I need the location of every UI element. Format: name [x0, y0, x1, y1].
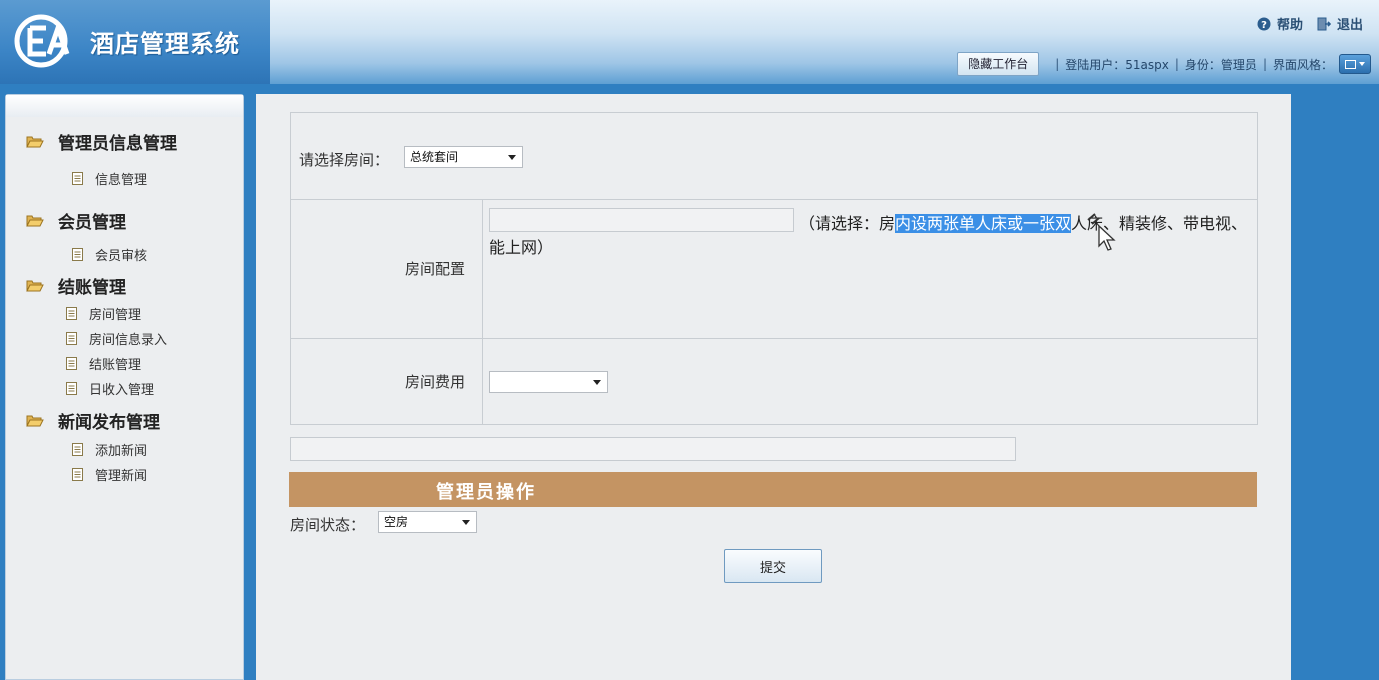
room-form: 请选择房间： 总统套间 房间配置 （请选择：房内设两张单人床或一张双人床、精装修… — [290, 112, 1258, 425]
room-fee-label: 房间费用 — [405, 373, 466, 391]
login-user-text: 登陆用户：51aspx — [1065, 57, 1169, 72]
admin-section-title: 管理员操作 — [436, 482, 536, 503]
ea-logo-icon — [14, 14, 70, 68]
room-select[interactable]: 总统套间 — [404, 146, 523, 168]
extra-input[interactable] — [290, 437, 1016, 461]
chevron-down-icon — [593, 380, 601, 385]
document-icon — [72, 248, 83, 261]
selected-text: 内设两张单人床或一张双 — [895, 214, 1072, 233]
sidebar-item-room-management[interactable]: 房间管理 — [66, 304, 141, 323]
folder-open-icon — [26, 280, 44, 292]
chevron-down-icon — [508, 155, 516, 160]
sidebar-item-manage-news[interactable]: 管理新闻 — [72, 465, 147, 484]
chevron-down-icon — [1359, 62, 1365, 66]
document-icon — [72, 468, 83, 481]
sidebar-group-label: 管理员信息管理 — [58, 134, 177, 154]
row-room-fee: 房间费用 — [291, 339, 1257, 425]
hide-workbench-button[interactable]: 隐藏工作台 — [957, 52, 1040, 76]
sidebar-item-room-info-entry[interactable]: 房间信息录入 — [66, 329, 167, 348]
sidebar-group-label: 结账管理 — [58, 278, 126, 298]
admin-section-header: 管理员操作 — [289, 472, 1257, 507]
sidebar-group-label: 会员管理 — [58, 213, 126, 233]
identity-text: 身份：管理员 — [1184, 57, 1257, 72]
folder-open-icon — [26, 215, 44, 227]
document-icon — [66, 382, 77, 395]
header: 酒店管理系统 ? 帮助 退出 隐藏工作台 | 登陆用户：51aspx | 身份：… — [0, 0, 1379, 84]
help-link[interactable]: 帮助 — [1277, 14, 1303, 33]
sidebar-group-news[interactable]: 新闻发布管理 — [26, 408, 160, 433]
sidebar-group-checkout[interactable]: 结账管理 — [26, 273, 126, 298]
row-select-room: 请选择房间： 总统套间 — [291, 113, 1257, 200]
sidebar-item-checkout-management[interactable]: 结账管理 — [66, 354, 141, 373]
sidebar-item-info-management[interactable]: 信息管理 — [72, 169, 147, 188]
sidebar-group-admin-info[interactable]: 管理员信息管理 — [26, 129, 177, 154]
document-icon — [66, 307, 77, 320]
room-config-hint: （请选择：房内设两张单人床或一张双人床、精装修、带电视、能上网） — [489, 214, 1248, 257]
sidebar-item-daily-income[interactable]: 日收入管理 — [66, 379, 154, 398]
sidebar: 管理员信息管理 信息管理 会员管理 会员审核 结账管理 房间管理 房间信息录入 … — [5, 94, 244, 680]
chevron-down-icon — [462, 520, 470, 525]
sidebar-group-label: 新闻发布管理 — [58, 413, 160, 433]
sidebar-item-add-news[interactable]: 添加新闻 — [72, 440, 147, 459]
user-bar: 隐藏工作台 | 登陆用户：51aspx | 身份：管理员 | 界面风格： — [957, 52, 1371, 76]
room-status-label: 房间状态： — [290, 516, 366, 534]
document-icon — [72, 172, 83, 185]
logo-panel: 酒店管理系统 — [0, 0, 270, 84]
help-icon[interactable]: ? — [1257, 17, 1271, 31]
document-icon — [72, 443, 83, 456]
room-fee-select[interactable] — [489, 371, 608, 393]
sidebar-group-member[interactable]: 会员管理 — [26, 208, 126, 233]
folder-open-icon — [26, 136, 44, 148]
folder-open-icon — [26, 415, 44, 427]
room-config-label: 房间配置 — [405, 260, 466, 278]
submit-button[interactable]: 提交 — [724, 549, 822, 583]
ui-style-dropdown[interactable] — [1339, 54, 1371, 74]
document-icon — [66, 357, 77, 370]
room-status-select[interactable]: 空房 — [378, 511, 477, 533]
main-content: 请选择房间： 总统套间 房间配置 （请选择：房内设两张单人床或一张双人床、精装修… — [256, 94, 1291, 680]
document-icon — [66, 332, 77, 345]
top-links: ? 帮助 退出 — [1257, 14, 1371, 33]
ui-style-label: 界面风格： — [1272, 57, 1333, 72]
logout-icon[interactable] — [1317, 17, 1331, 31]
select-room-label: 请选择房间： — [299, 151, 390, 169]
mouse-cursor-icon — [1087, 213, 1116, 251]
svg-text:?: ? — [1261, 20, 1267, 31]
sidebar-item-member-review[interactable]: 会员审核 — [72, 245, 147, 264]
window-icon — [1345, 59, 1356, 69]
logout-link[interactable]: 退出 — [1337, 14, 1363, 33]
app-title: 酒店管理系统 — [90, 29, 240, 58]
